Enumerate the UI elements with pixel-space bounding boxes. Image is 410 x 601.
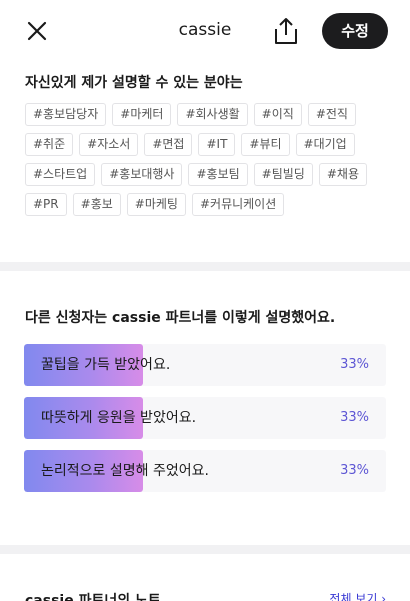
section-divider: [0, 262, 410, 271]
expertise-tag: #IT: [198, 133, 236, 156]
feedback-label: 논리적으로 설명해 주었어요.: [41, 463, 209, 479]
see-all-link[interactable]: 전체 보기 ›: [329, 590, 386, 601]
expertise-tag: #자소서: [79, 133, 139, 156]
expertise-tag: #이직: [253, 103, 302, 126]
share-icon: [275, 18, 297, 44]
feedback-item: 꿀팁을 가득 받았어요. 33%: [24, 344, 386, 386]
feedback-item: 논리적으로 설명해 주었어요. 33%: [24, 450, 386, 492]
expertise-tag: #전직: [307, 103, 356, 126]
expertise-tag: #마케팅: [126, 193, 186, 216]
expertise-title: 자신있게 제가 설명할 수 있는 분야는: [25, 75, 243, 91]
expertise-tag: #홍보팀: [188, 163, 248, 186]
expertise-tag: #홍보대행사: [101, 163, 183, 186]
expertise-tag: #취준: [25, 133, 74, 156]
edit-button[interactable]: 수정: [322, 13, 388, 49]
feedback-title: 다른 신청자는 cassie 파트너를 이렇게 설명했어요.: [25, 310, 336, 326]
expertise-tag: #커뮤니케이션: [191, 193, 285, 216]
section-divider: [0, 545, 410, 554]
expertise-tag: #대기업: [295, 133, 355, 156]
top-bar: cassie 수정: [0, 0, 410, 64]
expertise-tag-list: #홍보담당자 #마케터 #회사생활 #이직 #전직 #취준 #자소서 #면접 #IT #뷰티 #대기…: [25, 103, 395, 216]
expertise-tag: #뷰티: [241, 133, 290, 156]
expertise-tag: #PR: [25, 193, 67, 216]
expertise-tag: #홍보담당자: [25, 103, 107, 126]
feedback-label: 따뜻하게 응원을 받았어요.: [41, 410, 197, 426]
share-button[interactable]: [272, 16, 300, 46]
feedback-list: 꿀팁을 가득 받았어요. 33% 따뜻하게 응원을 받았어요. 33% 논리적으로 설명…: [24, 344, 386, 503]
notes-title: cassie 파트너의 노트: [25, 593, 161, 601]
expertise-tag: #마케터: [112, 103, 172, 126]
feedback-percent: 33%: [340, 410, 369, 425]
feedback-item: 따뜻하게 응원을 받았어요. 33%: [24, 397, 386, 439]
expertise-tag: #홍보: [72, 193, 121, 216]
expertise-tag: #채용: [318, 163, 367, 186]
expertise-tag: #스타트업: [25, 163, 96, 186]
feedback-label: 꿀팁을 가득 받았어요.: [41, 357, 171, 373]
feedback-percent: 33%: [340, 463, 369, 478]
expertise-tag: #면접: [144, 133, 193, 156]
expertise-tag: #팀빌딩: [253, 163, 313, 186]
feedback-percent: 33%: [340, 357, 369, 372]
expertise-tag: #회사생활: [177, 103, 248, 126]
